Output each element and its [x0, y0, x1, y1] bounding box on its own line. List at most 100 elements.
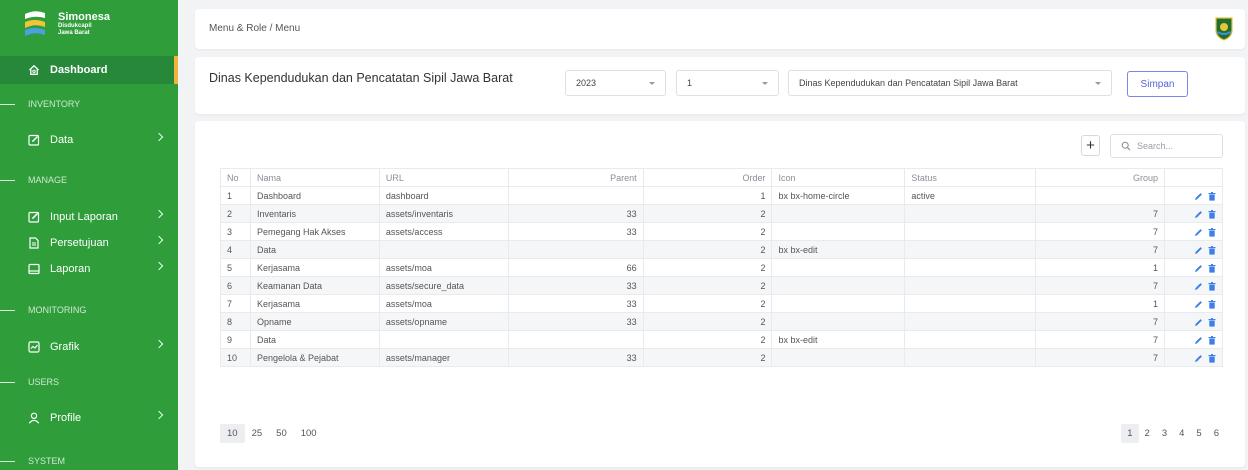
sidebar-item-label: Data — [50, 134, 74, 146]
caret-down-icon — [1095, 82, 1101, 85]
table-row[interactable]: 8 Opname assets/opname 33 2 7 — [220, 312, 1224, 331]
page-size-option[interactable]: 100 — [294, 424, 324, 443]
page-button[interactable]: 6 — [1208, 424, 1225, 443]
caret-down-icon — [762, 82, 768, 85]
trash-icon[interactable] — [1208, 335, 1216, 345]
column-header-parent[interactable]: Parent — [507, 168, 644, 187]
sidebar-item-profile[interactable]: Profile — [0, 404, 178, 432]
pencil-icon[interactable] — [1194, 246, 1203, 255]
cell-url: assets/moa — [378, 258, 509, 277]
cell-nama: Data — [249, 330, 380, 349]
edit-icon — [28, 211, 40, 223]
cell-group: 7 — [1035, 204, 1165, 223]
search-box[interactable] — [1110, 134, 1223, 158]
table-row[interactable]: 1 Dashboard dashboard 1 bx bx-home-circle act… — [220, 186, 1224, 205]
period-select[interactable]: 1 — [676, 70, 779, 96]
pencil-icon[interactable] — [1194, 318, 1203, 327]
organization-select[interactable]: Dinas Kependudukan dan Pencatatan Sipil … — [788, 70, 1112, 96]
pencil-icon[interactable] — [1194, 354, 1203, 363]
sidebar-section-inventory: INVENTORY — [0, 97, 178, 111]
page-size-option[interactable]: 25 — [245, 424, 270, 443]
column-header-no[interactable]: No — [220, 168, 251, 187]
sidebar-item-dashboard[interactable]: Dashboard — [0, 56, 178, 84]
trash-icon[interactable] — [1208, 353, 1216, 363]
brand[interactable]: Simonesa Disdukcapil Jawa Barat — [0, 0, 178, 47]
cell-nama: Kerjasama — [249, 258, 380, 277]
sidebar-item-label: Input Laporan — [50, 211, 118, 223]
sidebar-item-grafik[interactable]: Grafik — [0, 333, 178, 361]
table-row[interactable]: 6 Keamanan Data assets/secure_data 33 2 7 — [220, 276, 1224, 295]
trash-icon[interactable] — [1208, 227, 1216, 237]
add-button[interactable]: + — [1081, 135, 1100, 156]
cell-actions — [1163, 222, 1224, 241]
table-row[interactable]: 9 Data 2 bx bx-edit 7 — [220, 330, 1224, 349]
trash-icon[interactable] — [1208, 191, 1216, 201]
cell-no: 2 — [220, 204, 251, 223]
sidebar-item-persetujuan[interactable]: Persetujuan — [0, 229, 178, 257]
sidebar-item-input-laporan[interactable]: Input Laporan — [0, 203, 178, 231]
trash-icon[interactable] — [1208, 209, 1216, 219]
column-header-status[interactable]: Status — [904, 168, 1037, 187]
column-header-group[interactable]: Group — [1035, 168, 1165, 187]
sidebar-section-users: USERS — [0, 375, 178, 389]
cell-url: assets/inventaris — [378, 204, 509, 223]
search-input[interactable] — [1137, 141, 1217, 151]
page-button[interactable]: 5 — [1190, 424, 1207, 443]
pencil-icon[interactable] — [1194, 210, 1203, 219]
cell-url — [378, 240, 509, 259]
trash-icon[interactable] — [1208, 263, 1216, 273]
trash-icon[interactable] — [1208, 245, 1216, 255]
table-row[interactable]: 10 Pengelola & Pejabat assets/manager 33 2 7 — [220, 348, 1224, 367]
sidebar-item-laporan[interactable]: Laporan — [0, 255, 178, 283]
page-button[interactable]: 3 — [1156, 424, 1173, 443]
table-row[interactable]: 7 Kerjasama assets/moa 33 2 1 — [220, 294, 1224, 313]
page-button[interactable]: 2 — [1139, 424, 1156, 443]
column-header-order[interactable]: Order — [642, 168, 773, 187]
trash-icon[interactable] — [1208, 281, 1216, 291]
sidebar-item-data[interactable]: Data — [0, 126, 178, 154]
page-size-option[interactable]: 10 — [220, 424, 245, 443]
pencil-icon[interactable] — [1194, 264, 1203, 273]
cell-icon — [771, 258, 906, 277]
cell-no: 6 — [220, 276, 251, 295]
pencil-icon[interactable] — [1194, 282, 1203, 291]
pencil-icon[interactable] — [1194, 300, 1203, 309]
page-size-option[interactable]: 50 — [269, 424, 294, 443]
trash-icon[interactable] — [1208, 317, 1216, 327]
cell-no: 4 — [220, 240, 251, 259]
filter-bar: Dinas Kependudukan dan Pencatatan Sipil … — [195, 57, 1245, 114]
cell-status — [904, 294, 1037, 313]
menu-table-card: + No Nama URL Parent Order Icon Status G… — [195, 121, 1245, 467]
table-row[interactable]: 5 Kerjasama assets/moa 66 2 1 — [220, 258, 1224, 277]
cell-parent — [507, 330, 644, 349]
sidebar-item-label: Profile — [50, 412, 82, 424]
cell-actions — [1163, 330, 1224, 349]
column-header-icon[interactable]: Icon — [771, 168, 906, 187]
table-row[interactable]: 2 Inventaris assets/inventaris 33 2 7 — [220, 204, 1224, 223]
pencil-icon[interactable] — [1194, 228, 1203, 237]
cell-url: assets/manager — [378, 348, 509, 367]
column-header-url[interactable]: URL — [378, 168, 509, 187]
cell-parent — [507, 240, 644, 259]
page-button[interactable]: 4 — [1173, 424, 1190, 443]
year-select[interactable]: 2023 — [565, 70, 666, 96]
column-header-nama[interactable]: Nama — [249, 168, 380, 187]
cell-icon — [771, 222, 906, 241]
pencil-icon[interactable] — [1194, 336, 1203, 345]
page-button[interactable]: 1 — [1121, 424, 1139, 443]
cell-order: 2 — [642, 240, 773, 259]
save-button[interactable]: Simpan — [1127, 71, 1188, 97]
table-row[interactable]: 4 Data 2 bx bx-edit 7 — [220, 240, 1224, 259]
cell-order: 2 — [642, 294, 773, 313]
table-header-row: No Nama URL Parent Order Icon Status Gro… — [220, 168, 1224, 187]
cell-order: 2 — [642, 312, 773, 331]
table-row[interactable]: 3 Pemegang Hak Akses assets/access 33 2 7 — [220, 222, 1224, 241]
cell-nama: Keamanan Data — [249, 276, 380, 295]
avatar[interactable] — [1213, 17, 1235, 41]
trash-icon[interactable] — [1208, 299, 1216, 309]
cell-no: 5 — [220, 258, 251, 277]
pencil-icon[interactable] — [1194, 192, 1203, 201]
cell-actions — [1163, 276, 1224, 295]
cell-actions — [1163, 258, 1224, 277]
card-icon — [28, 263, 40, 275]
